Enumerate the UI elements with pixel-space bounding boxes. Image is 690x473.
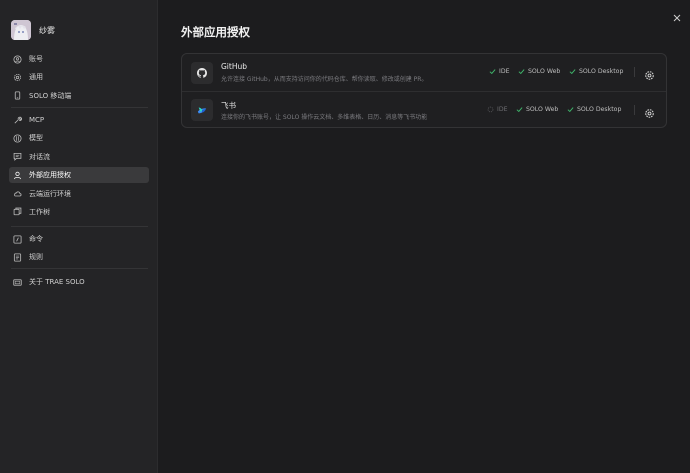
scope-ide[interactable]: IDE xyxy=(489,68,510,75)
sidebar-item-label: SOLO 移动端 xyxy=(29,91,72,100)
divider xyxy=(11,107,148,108)
nav-group-account: 账号 通用 SOLO 移动端 xyxy=(9,51,149,106)
scope-solo-web[interactable]: SOLO Web xyxy=(518,68,560,75)
scope-label: SOLO Web xyxy=(528,68,561,75)
user-profile[interactable]: 纱雾 xyxy=(11,19,55,41)
user-auth-icon xyxy=(13,171,22,180)
scope-solo-web[interactable]: SOLO Web xyxy=(516,106,558,113)
check-icon xyxy=(518,69,525,75)
sidebar-item-label: 模型 xyxy=(29,134,43,143)
nav-group-tools: MCP 模型 对话流 外部应用授权 云端运行环境 工作树 xyxy=(9,112,149,222)
loading-icon xyxy=(487,106,494,113)
sidebar-item-command[interactable]: 命令 xyxy=(9,231,149,247)
divider xyxy=(634,105,635,115)
close-button[interactable] xyxy=(672,8,682,22)
check-icon xyxy=(569,69,576,75)
page-title: 外部应用授权 xyxy=(181,25,250,39)
sidebar-item-label: MCP xyxy=(29,116,45,124)
scope-solo-desktop[interactable]: SOLO Desktop xyxy=(569,68,623,75)
scope-label: SOLO Desktop xyxy=(577,106,622,113)
app-name: 飞书 xyxy=(221,101,236,110)
scope-label: IDE xyxy=(497,106,508,113)
settings-button[interactable] xyxy=(644,66,655,80)
divider xyxy=(634,67,635,77)
gear-icon xyxy=(645,109,654,118)
mobile-icon xyxy=(13,91,22,100)
sidebar-item-chat-flow[interactable]: 对话流 xyxy=(9,149,149,165)
command-icon xyxy=(13,234,22,244)
sidebar-item-general[interactable]: 通用 xyxy=(9,69,149,85)
divider xyxy=(11,226,148,227)
app-description: 连接你的飞书账号，让 SOLO 操作云文档、多维表格、日历、消息等飞书功能 xyxy=(221,114,428,121)
settings-button[interactable] xyxy=(644,104,655,118)
github-icon xyxy=(191,61,213,84)
sidebar-item-about[interactable]: 关于 TRAE SOLO xyxy=(9,274,149,290)
chat-icon xyxy=(13,152,22,162)
sidebar-item-label: 工作树 xyxy=(29,207,50,216)
sidebar-item-worktree[interactable]: 工作树 xyxy=(9,204,149,220)
worktree-icon xyxy=(13,207,22,216)
scope-label: SOLO Web xyxy=(526,106,559,113)
app-row-feishu: 飞书 连接你的飞书账号，让 SOLO 操作云文档、多维表格、日历、消息等飞书功能… xyxy=(182,91,666,128)
sidebar-item-solo-mobile[interactable]: SOLO 移动端 xyxy=(9,88,149,104)
check-icon xyxy=(567,107,574,113)
app-name: GitHub xyxy=(221,62,247,71)
account-icon xyxy=(13,54,22,64)
check-icon xyxy=(516,107,523,113)
sidebar-item-rules[interactable]: 规则 xyxy=(9,249,149,265)
scope-solo-desktop[interactable]: SOLO Desktop xyxy=(567,106,621,113)
rules-icon xyxy=(13,253,22,262)
scope-label: IDE xyxy=(499,68,510,75)
scope-ide[interactable]: IDE xyxy=(487,106,508,113)
sidebar-item-model[interactable]: 模型 xyxy=(9,130,149,146)
model-icon xyxy=(13,134,22,143)
cloud-icon xyxy=(13,189,22,198)
app-row-github: GitHub 允许连接 GitHub，从而支持访问你的代码仓库、帮你读取、修改或… xyxy=(182,54,666,91)
check-icon xyxy=(489,69,496,75)
sidebar-item-label: 命令 xyxy=(29,235,43,243)
username: 纱雾 xyxy=(39,25,55,35)
sidebar-item-account[interactable]: 账号 xyxy=(9,51,149,67)
app-auth-list: GitHub 允许连接 GitHub，从而支持访问你的代码仓库、帮你读取、修改或… xyxy=(181,53,667,128)
sidebar-item-cloud-env[interactable]: 云端运行环境 xyxy=(9,186,149,202)
sidebar-item-mcp[interactable]: MCP xyxy=(9,112,149,128)
sidebar-item-label: 通用 xyxy=(29,73,43,82)
nav-group-rules: 命令 规则 xyxy=(9,231,149,268)
gear-icon xyxy=(13,73,22,82)
app-description: 允许连接 GitHub，从而支持访问你的代码仓库、帮你读取、修改或创建 PR。 xyxy=(221,76,428,83)
scope-label: SOLO Desktop xyxy=(579,68,624,75)
gear-icon xyxy=(645,71,654,80)
sidebar-item-label: 云端运行环境 xyxy=(29,189,71,198)
sidebar-item-label: 账号 xyxy=(29,55,43,63)
avatar xyxy=(11,20,31,40)
about-icon xyxy=(13,278,22,287)
sidebar-item-label: 对话流 xyxy=(29,152,50,161)
sidebar-item-external-app-auth[interactable]: 外部应用授权 xyxy=(9,167,149,184)
sidebar-item-label: 关于 TRAE SOLO xyxy=(29,278,85,286)
feishu-icon xyxy=(191,99,213,121)
tool-icon xyxy=(13,116,22,125)
close-icon xyxy=(673,14,681,22)
sidebar-item-label: 外部应用授权 xyxy=(29,171,71,180)
divider xyxy=(11,268,148,269)
settings-sidebar: 纱雾 账号 通用 SOLO 移动端 MCP 模型 对话流 外部应用授权 云端运行… xyxy=(0,0,158,473)
sidebar-item-label: 规则 xyxy=(29,253,43,262)
nav-group-about: 关于 TRAE SOLO xyxy=(9,274,149,292)
